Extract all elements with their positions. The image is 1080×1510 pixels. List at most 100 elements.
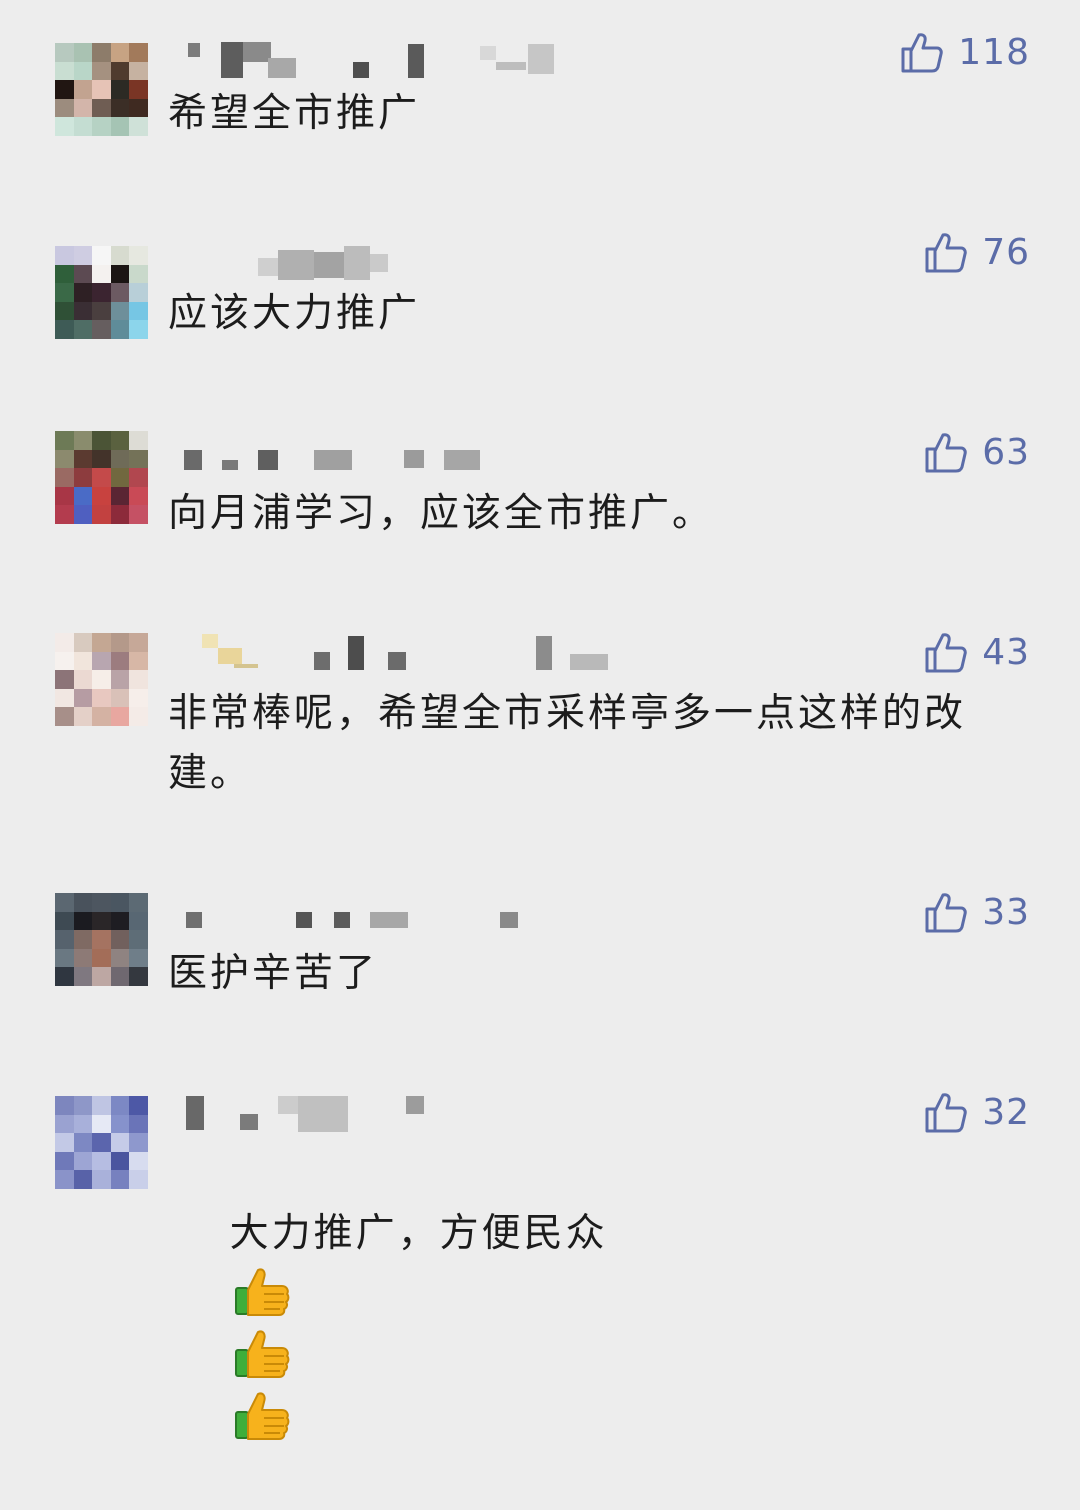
avatar-pixel [92,117,111,136]
avatar-pixel [129,670,148,689]
avatar[interactable] [55,633,148,726]
avatar-pixel [110,893,130,912]
avatar[interactable] [55,246,148,339]
comment-item: 希望全市推广 118 [0,0,1080,200]
like-count: 118 [958,31,1030,73]
avatar-pixel [110,688,130,708]
avatar-pixel [110,486,130,506]
avatar-pixel [73,98,93,118]
nickname-blurred[interactable] [168,246,468,280]
avatar-pixel [73,1114,93,1134]
like-button[interactable]: 76 [924,227,1030,277]
avatar-pixel [92,1114,111,1134]
avatar-pixel [110,1133,130,1152]
avatar-pixel [55,948,74,968]
avatar-pixel [55,43,74,62]
avatar-pixel [110,320,130,339]
nickname-blurred[interactable] [168,444,528,478]
avatar-pixel [92,911,111,931]
avatar-pixel [110,1170,130,1189]
avatar-pixel [129,1114,148,1134]
avatar-pixel [92,431,111,450]
avatar-pixel [92,61,111,81]
avatar-pixel [129,911,148,931]
avatar-pixel [73,930,93,949]
avatar-pixel [129,98,148,118]
comment-item: 大力推广，方便民众 32 [0,1060,1080,1440]
comment-text: 向月浦学习，应该全市推广。 [168,491,715,536]
nickname-blurred[interactable] [168,634,628,670]
avatar-pixel [92,930,111,949]
avatar-pixel [129,449,148,469]
avatar-pixel [73,283,93,302]
avatar-pixel [92,43,111,62]
avatar-pixel [73,1151,93,1171]
avatar-pixel [55,61,74,81]
avatar[interactable] [55,431,148,524]
avatar-pixel [129,43,148,62]
avatar-pixel [73,1133,93,1152]
avatar-pixel [129,1151,148,1171]
avatar-pixel [73,948,93,968]
avatar-pixel [73,431,93,450]
avatar-pixel [55,264,74,284]
thumbs-up-icon [925,433,967,473]
thumbs-up-emoji-icon [234,1330,289,1378]
avatar-pixel [129,930,148,949]
avatar-pixel [129,1096,148,1115]
avatar-pixel [129,1170,148,1189]
avatar[interactable] [55,1096,148,1189]
avatar-pixel [92,80,111,99]
avatar-pixel [110,967,130,986]
comment-text: 医护辛苦了 [168,951,379,996]
avatar-pixel [73,633,93,652]
avatar-pixel [129,320,148,339]
avatar-pixel [129,707,148,726]
like-button[interactable]: 63 [924,427,1030,477]
like-button[interactable]: 33 [924,887,1030,937]
avatar[interactable] [55,893,148,986]
avatar-pixel [73,468,93,487]
avatar-pixel [110,633,130,652]
like-button[interactable]: 43 [924,627,1030,677]
avatar-pixel [73,61,93,81]
avatar-pixel [55,930,74,949]
avatar-pixel [129,1133,148,1152]
avatar-pixel [73,320,93,339]
avatar-pixel [55,911,74,931]
comment-item: 医护辛苦了 33 [0,860,1080,1060]
avatar-pixel [55,1096,74,1115]
comment-item: 应该大力推广 76 [0,200,1080,400]
avatar-pixel [110,948,130,968]
avatar-pixel [110,651,130,671]
avatar-pixel [55,117,74,136]
avatar-pixel [92,320,111,339]
avatar-pixel [73,688,93,708]
nickname-blurred[interactable] [168,910,548,944]
avatar-pixel [55,967,74,986]
avatar-pixel [92,283,111,302]
avatar-pixel [55,449,74,469]
avatar-pixel [129,246,148,265]
like-button[interactable]: 118 [900,27,1030,77]
avatar-pixel [129,431,148,450]
avatar-pixel [110,707,130,726]
avatar-pixel [73,651,93,671]
avatar[interactable] [55,43,148,136]
avatar-pixel [55,246,74,265]
avatar-pixel [129,117,148,136]
like-count: 32 [982,1091,1030,1133]
thumbs-up-emoji-icon [234,1392,289,1440]
avatar-pixel [129,486,148,506]
nickname-blurred[interactable] [168,1096,468,1132]
avatar-pixel [55,893,74,912]
nickname-blurred[interactable] [168,40,568,78]
avatar-pixel [55,1151,74,1171]
like-button[interactable]: 32 [924,1087,1030,1137]
avatar-pixel [129,688,148,708]
avatar-pixel [55,301,74,321]
avatar-pixel [92,688,111,708]
avatar-pixel [55,633,74,652]
avatar-pixel [92,468,111,487]
avatar-pixel [92,948,111,968]
